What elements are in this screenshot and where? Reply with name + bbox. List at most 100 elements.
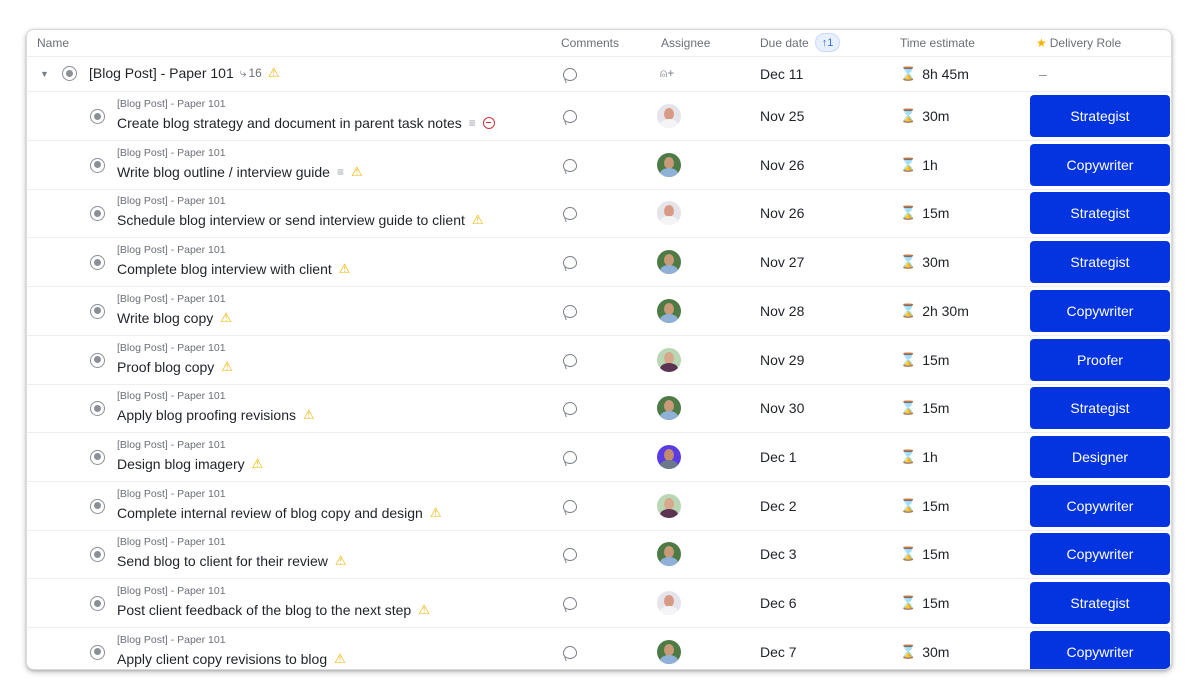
time-estimate[interactable]: ⌛ 1h — [900, 157, 938, 173]
task-row[interactable]: [Blog Post] - Paper 101 Create blog strat… — [27, 92, 1171, 141]
assignee-avatar[interactable] — [657, 298, 681, 323]
assignee-avatar[interactable] — [657, 104, 681, 128]
assignee-avatar[interactable] — [657, 347, 681, 372]
assignee-avatar[interactable] — [657, 542, 681, 567]
time-estimate[interactable]: ⌛ 15m — [900, 205, 949, 221]
comment-icon[interactable] — [563, 353, 577, 367]
sort-badge[interactable]: ↑1 — [814, 33, 841, 52]
status-circle-icon[interactable] — [90, 109, 105, 124]
status-circle-icon[interactable] — [90, 303, 105, 319]
task-row[interactable]: [Blog Post] - Paper 101 Complete blog int… — [27, 238, 1171, 288]
column-header-comments[interactable]: Comments — [561, 36, 619, 50]
comment-icon[interactable] — [563, 158, 577, 172]
due-date[interactable]: Dec 6 — [760, 595, 797, 611]
comment-icon[interactable] — [563, 110, 577, 123]
due-date[interactable]: Nov 26 — [760, 205, 804, 221]
comment-icon[interactable] — [563, 68, 577, 81]
assignee-avatar[interactable] — [657, 591, 681, 615]
delivery-role-button[interactable]: Copywriter — [1030, 289, 1170, 332]
task-parent-label[interactable]: [Blog Post] - Paper 101 — [117, 439, 226, 451]
time-estimate[interactable]: ⌛ 15m — [900, 546, 949, 562]
delivery-role-button[interactable]: Copywriter — [1030, 533, 1170, 576]
delivery-role-button[interactable]: Strategist — [1030, 241, 1170, 284]
task-parent-label[interactable]: [Blog Post] - Paper 101 — [117, 342, 226, 354]
due-date[interactable]: Nov 30 — [760, 400, 804, 416]
task-row[interactable]: [Blog Post] - Paper 101 Write blog outlin… — [27, 141, 1171, 190]
task-row[interactable]: [Blog Post] - Paper 101 Write blog copy ⚠ N… — [27, 287, 1171, 336]
due-date[interactable]: Dec 11 — [760, 66, 803, 82]
assignee-avatar[interactable] — [657, 493, 681, 518]
delivery-role-button[interactable]: Strategist — [1030, 192, 1170, 235]
task-name[interactable]: Design blog imagery — [117, 456, 245, 472]
task-row[interactable]: [Blog Post] - Paper 101 Schedule blog int… — [27, 189, 1171, 239]
task-row[interactable]: [Blog Post] - Paper 101 Proof blog copy ⚠ N… — [27, 336, 1171, 385]
status-circle-icon[interactable] — [90, 547, 105, 563]
due-date[interactable]: Nov 28 — [760, 303, 804, 319]
parent-task-row[interactable]: ▼ [Blog Post] - Paper 101 ⤷ 16 ⚠ ⍝+ Dec … — [27, 57, 1171, 92]
delivery-role-button[interactable]: Proofer — [1030, 338, 1170, 381]
task-parent-label[interactable]: [Blog Post] - Paper 101 — [117, 98, 226, 110]
task-parent-label[interactable]: [Blog Post] - Paper 101 — [117, 488, 226, 500]
due-date[interactable]: Nov 29 — [760, 352, 804, 368]
due-date[interactable]: Dec 3 — [760, 546, 797, 562]
subtask-count[interactable]: ⤷ 16 — [240, 66, 262, 81]
status-circle-icon[interactable] — [90, 644, 105, 660]
delivery-role-button[interactable]: Designer — [1030, 435, 1170, 478]
task-parent-label[interactable]: [Blog Post] - Paper 101 — [117, 390, 226, 402]
comment-icon[interactable] — [563, 450, 577, 464]
task-name[interactable]: Write blog copy — [117, 310, 213, 326]
time-estimate[interactable]: ⌛ 30m — [900, 254, 949, 270]
delivery-role-button[interactable]: Copywriter — [1030, 143, 1170, 186]
delivery-role-button[interactable]: Strategist — [1030, 582, 1170, 624]
task-parent-label[interactable]: [Blog Post] - Paper 101 — [117, 585, 226, 597]
time-estimate[interactable]: ⌛ 30m — [900, 644, 949, 660]
comment-icon[interactable] — [563, 597, 577, 610]
task-name[interactable]: Complete internal review of blog copy an… — [117, 505, 423, 521]
column-header-delivery-role[interactable]: ★ Delivery Role — [1036, 36, 1121, 50]
time-estimate[interactable]: ⌛ 15m — [900, 498, 949, 514]
delivery-role-button[interactable]: Copywriter — [1030, 630, 1170, 669]
task-row[interactable]: [Blog Post] - Paper 101 Apply blog proofi… — [27, 384, 1171, 434]
time-estimate[interactable]: ⌛ 30m — [900, 108, 949, 124]
task-row[interactable]: [Blog Post] - Paper 101 Apply client copy… — [27, 628, 1171, 669]
comment-icon[interactable] — [563, 256, 577, 270]
comment-icon[interactable] — [563, 548, 577, 562]
status-circle-icon[interactable] — [90, 255, 105, 271]
assignee-avatar[interactable] — [657, 639, 681, 664]
task-parent-label[interactable]: [Blog Post] - Paper 101 — [117, 244, 226, 256]
comment-icon[interactable] — [563, 645, 577, 659]
task-name[interactable]: Apply blog proofing revisions — [117, 407, 296, 423]
comment-icon[interactable] — [563, 304, 577, 318]
task-row[interactable]: [Blog Post] - Paper 101 Send blog to clie… — [27, 530, 1171, 580]
task-name[interactable]: Complete blog interview with client — [117, 261, 332, 277]
task-name[interactable]: Schedule blog interview or send intervie… — [117, 212, 465, 228]
assignee-avatar[interactable] — [657, 444, 681, 469]
comment-icon[interactable] — [563, 207, 577, 221]
due-date[interactable]: Dec 7 — [760, 644, 797, 660]
status-circle-icon[interactable] — [90, 596, 105, 611]
task-parent-label[interactable]: [Blog Post] - Paper 101 — [117, 634, 226, 646]
assignee-avatar[interactable] — [657, 396, 681, 421]
time-estimate[interactable]: ⌛ 2h 30m — [900, 303, 969, 319]
due-date[interactable]: Dec 1 — [760, 449, 797, 465]
status-circle-icon[interactable] — [90, 206, 105, 222]
delivery-role-empty[interactable]: – — [1039, 66, 1047, 82]
task-parent-label[interactable]: [Blog Post] - Paper 101 — [117, 536, 226, 548]
task-name[interactable]: Apply client copy revisions to blog — [117, 651, 327, 667]
time-estimate[interactable]: ⌛ 8h 45m — [900, 66, 969, 82]
task-name[interactable]: Post client feedback of the blog to the … — [117, 602, 411, 618]
task-parent-label[interactable]: [Blog Post] - Paper 101 — [117, 293, 226, 305]
task-name[interactable]: Create blog strategy and document in par… — [117, 115, 462, 131]
column-header-time-estimate[interactable]: Time estimate — [900, 36, 975, 50]
task-row[interactable]: [Blog Post] - Paper 101 Post client feedb… — [27, 579, 1171, 628]
task-name[interactable]: Send blog to client for their review — [117, 553, 328, 569]
add-assignee-icon[interactable]: ⍝+ — [660, 66, 674, 81]
assignee-avatar[interactable] — [657, 152, 681, 177]
parent-task-title[interactable]: [Blog Post] - Paper 101 — [89, 65, 234, 81]
status-circle-icon[interactable] — [90, 498, 105, 514]
task-name[interactable]: Proof blog copy — [117, 359, 214, 375]
task-row[interactable]: [Blog Post] - Paper 101 Design blog image… — [27, 433, 1171, 482]
task-name[interactable]: Write blog outline / interview guide — [117, 164, 330, 180]
column-header-name[interactable]: Name — [37, 36, 69, 50]
delivery-role-button[interactable]: Strategist — [1030, 95, 1170, 137]
